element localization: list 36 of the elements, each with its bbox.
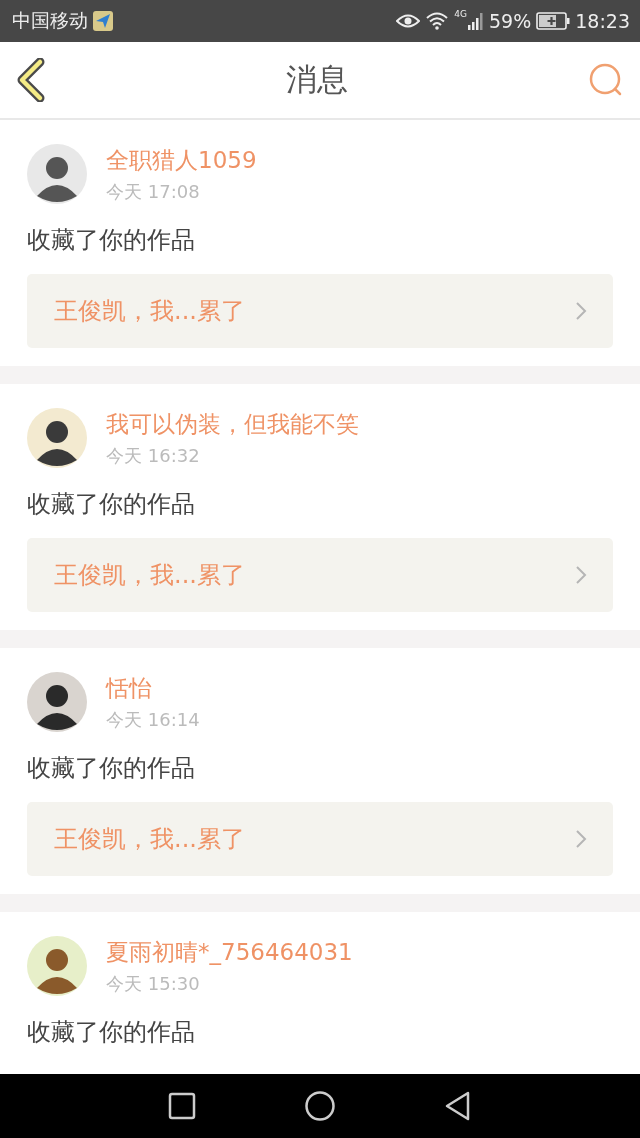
back-button[interactable] <box>16 58 46 102</box>
activity-text: 收藏了你的作品 <box>27 1017 196 1048</box>
page-title: 消息 <box>286 60 348 99</box>
clock: 18:23 <box>575 10 630 32</box>
home-button[interactable] <box>304 1090 336 1122</box>
back-nav-button[interactable] <box>444 1091 472 1121</box>
activity-text: 收藏了你的作品 <box>27 489 196 520</box>
timestamp: 今天 16:14 <box>106 707 200 732</box>
chevron-right-icon <box>575 565 587 585</box>
battery-percent: 59% <box>489 10 532 32</box>
activity-text: 收藏了你的作品 <box>27 753 196 784</box>
paper-plane-icon <box>93 11 113 31</box>
network-label: 4G <box>454 9 467 19</box>
timestamp: 今天 17:08 <box>106 179 201 204</box>
avatar-icon <box>27 672 87 732</box>
user-name[interactable]: 全职猎人1059 <box>106 144 257 176</box>
work-link[interactable]: 王俊凯，我...累了 <box>27 802 613 876</box>
carrier-name: 中国移动 <box>12 8 88 33</box>
avatar-icon <box>27 936 87 996</box>
battery-icon <box>536 12 571 30</box>
user-name[interactable]: 夏雨初晴*_756464031 <box>106 936 353 968</box>
user-name[interactable]: 我可以伪装，但我能不笑 <box>106 408 359 440</box>
signal-icon <box>468 12 484 30</box>
avatar-icon <box>27 408 87 468</box>
eye-icon <box>396 13 421 29</box>
timestamp: 今天 16:32 <box>106 443 201 468</box>
wifi-icon <box>425 12 450 30</box>
avatar-icon <box>27 144 87 204</box>
work-link[interactable]: 王俊凯，我...累了 <box>27 538 613 612</box>
user-name[interactable]: 恬怡 <box>106 672 200 704</box>
chevron-right-icon <box>575 301 587 321</box>
timestamp: 今天 15:30 <box>106 971 201 996</box>
activity-text: 收藏了你的作品 <box>27 225 196 256</box>
work-link[interactable]: 王俊凯，我...累了 <box>27 274 613 348</box>
recents-button[interactable] <box>168 1092 196 1120</box>
chevron-right-icon <box>575 829 587 849</box>
